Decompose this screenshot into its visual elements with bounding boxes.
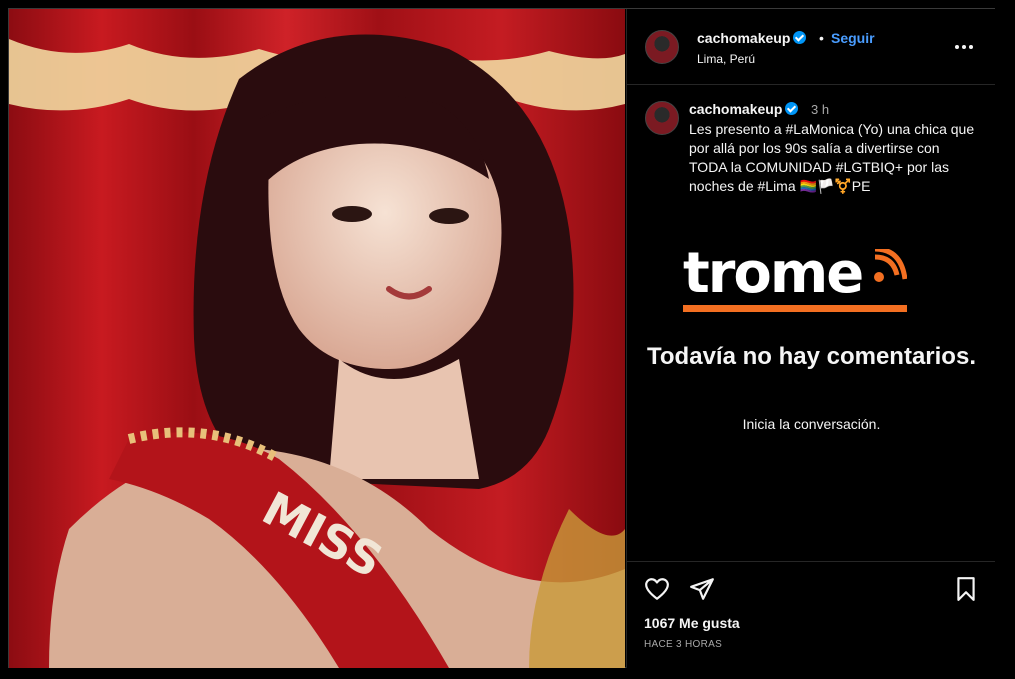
post-caption: Les presento a #LaMonica (Yo) una chica … <box>689 121 975 194</box>
bookmark-icon <box>957 577 975 601</box>
caption-username-row[interactable]: cachomakeup <box>689 101 799 117</box>
paper-plane-icon <box>690 578 714 600</box>
separator-dot: • <box>819 30 824 46</box>
like-button[interactable] <box>644 576 670 602</box>
author-avatar[interactable] <box>645 30 679 64</box>
caption-verified-icon <box>785 102 799 115</box>
post-location[interactable]: Lima, Perú <box>697 52 755 66</box>
broadcast-waves-icon <box>874 249 907 282</box>
more-options-button[interactable] <box>954 33 974 56</box>
author-username[interactable]: cachomakeup <box>697 30 790 46</box>
trome-logo: trome <box>683 241 907 317</box>
no-comments-subtitle: Inicia la conversación. <box>742 416 881 432</box>
author-username-row[interactable]: cachomakeup <box>697 30 807 46</box>
trome-logo-text: trome <box>683 241 864 306</box>
photo-illustration: MISS <box>9 9 625 668</box>
action-bar: 1067 Me gusta HACE 3 HORAS <box>627 561 995 668</box>
post-side-panel: cachomakeup • Seguir Lima, Perú cachomak… <box>626 9 995 668</box>
verified-icon <box>793 31 807 44</box>
caption-time[interactable]: 3 h <box>811 102 829 117</box>
post-header: cachomakeup • Seguir Lima, Perú <box>627 9 995 85</box>
share-button[interactable] <box>689 576 715 602</box>
caption-username[interactable]: cachomakeup <box>689 101 782 117</box>
post-timestamp[interactable]: HACE 3 HORAS <box>644 639 722 650</box>
caption-avatar[interactable] <box>645 101 679 135</box>
heart-icon <box>645 578 669 600</box>
more-dots-icon <box>955 45 973 49</box>
likes-count[interactable]: 1067 Me gusta <box>644 615 740 631</box>
post-photo[interactable]: MISS <box>9 9 625 668</box>
follow-button[interactable]: Seguir <box>831 30 875 46</box>
save-button[interactable] <box>953 576 979 602</box>
trome-logo-bar <box>683 305 907 312</box>
no-comments-title: Todavía no hay comentarios. <box>647 343 976 370</box>
